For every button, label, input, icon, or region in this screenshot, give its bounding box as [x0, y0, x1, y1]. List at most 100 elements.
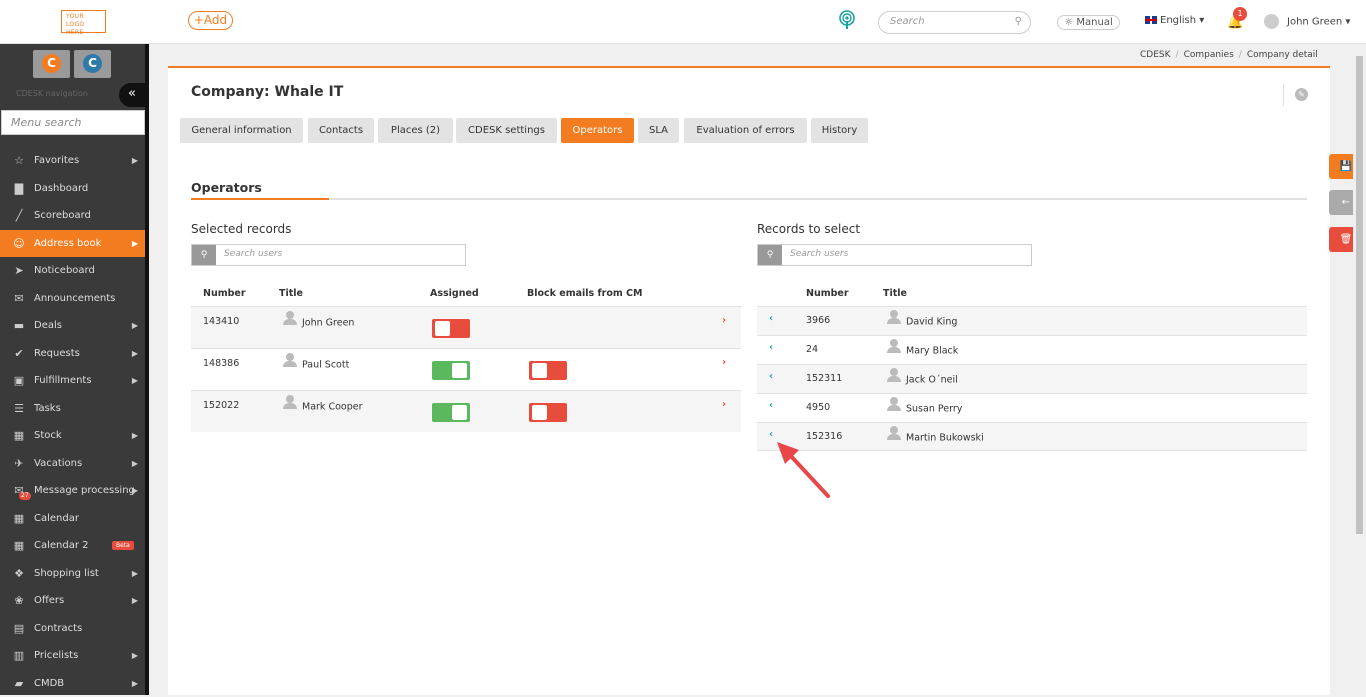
sidebar-item-cmdb[interactable]: ▰CMDB▶	[0, 670, 145, 697]
collapse-sidebar-button[interactable]: «	[119, 83, 145, 107]
chevron-left-icon[interactable]: ‹	[769, 313, 773, 324]
user-name: Mark Cooper	[302, 402, 362, 413]
divider	[1283, 84, 1284, 106]
sidebar-item-stock[interactable]: ▦Stock▶	[0, 422, 145, 450]
list-icon: ☰	[11, 395, 27, 422]
sidebar-item-label: Noticeboard	[34, 265, 95, 276]
chevron-left-icon[interactable]: ‹	[769, 400, 773, 411]
column-header[interactable]: Number	[806, 288, 849, 299]
breadcrumb: CDESK/Companies/Company detail	[1140, 50, 1318, 60]
row-number: 152022	[203, 400, 239, 411]
sidebar-item-fulfillments[interactable]: ▣Fulfillments▶	[0, 367, 145, 395]
tab-sla[interactable]: SLA	[638, 118, 679, 143]
global-search-input[interactable]: Search⚲	[878, 11, 1031, 34]
menu-search-input[interactable]: Menu search	[1, 110, 145, 135]
table-row[interactable]: ‹152316Martin Bukowski	[757, 422, 1307, 451]
top-bar: YOUR LOGO HERE +Add Search⚲ ☼ Manual Eng…	[0, 0, 1366, 44]
table-row[interactable]: ‹24Mary Black	[757, 335, 1307, 364]
table-row[interactable]: ‹152311Jack O´neil	[757, 364, 1307, 393]
tab-evaluation-of-errors[interactable]: Evaluation of errors	[684, 118, 807, 143]
table-row[interactable]: ‹4950Susan Perry	[757, 393, 1307, 422]
add-button[interactable]: +Add	[188, 11, 233, 30]
records-to-select-panel: Records to select ⚲Search users Number T…	[757, 222, 1307, 462]
sidebar-item-label: Tasks	[34, 403, 61, 414]
column-header[interactable]: Assigned	[430, 288, 479, 299]
caret-right-icon: ▶	[132, 230, 138, 257]
tab-history[interactable]: History	[811, 118, 868, 143]
sidebar-item-calendar[interactable]: ▦Calendar	[0, 505, 145, 533]
sidebar-item-favorites[interactable]: ☆Favorites▶	[0, 147, 145, 175]
column-header[interactable]: Number	[203, 288, 246, 299]
language-selector[interactable]: English ▾	[1145, 15, 1204, 26]
user-avatar-icon	[283, 395, 297, 409]
sidebar-item-offers[interactable]: ❀Offers▶	[0, 587, 145, 615]
sidebar-item-dashboard[interactable]: ▇Dashboard	[0, 175, 145, 203]
assigned-toggle[interactable]	[432, 361, 470, 380]
cdesk-app-button[interactable]: C	[33, 50, 70, 78]
table-row[interactable]: 148386 Paul Scott ›	[191, 348, 741, 390]
available-search-input[interactable]: ⚲Search users	[757, 244, 1032, 266]
row-user: Susan Perry	[887, 402, 962, 416]
sidebar-item-noticeboard[interactable]: ➤Noticeboard	[0, 257, 145, 285]
chevron-left-icon[interactable]: ‹	[769, 342, 773, 353]
sidebar-item-vacations[interactable]: ✈Vacations▶	[0, 450, 145, 478]
tab-general-information[interactable]: General information	[180, 118, 303, 143]
edit-icon[interactable]: ✎	[1295, 88, 1308, 101]
table-row[interactable]: ‹3966David King	[757, 306, 1307, 335]
sidebar-item-label: Favorites	[34, 155, 79, 166]
caret-right-icon: ▶	[132, 587, 138, 614]
folder-icon: ▰	[11, 670, 27, 697]
company-logo[interactable]: YOUR LOGO HERE	[61, 10, 106, 33]
sidebar-item-tasks[interactable]: ☰ Tasks	[0, 395, 145, 423]
table-row[interactable]: 152022 Mark Cooper ›	[191, 390, 741, 432]
podcast-icon[interactable]	[838, 10, 856, 30]
caret-right-icon: ▶	[132, 422, 138, 449]
column-header[interactable]: Block emails from CM	[527, 288, 642, 299]
tab-contacts[interactable]: Contacts	[308, 118, 374, 143]
tab-operators[interactable]: Operators	[561, 118, 634, 143]
selected-search-input[interactable]: ⚲Search users	[191, 244, 466, 266]
table-row[interactable]: 143410John Green›	[191, 306, 741, 348]
row-number: 148386	[203, 358, 239, 369]
caret-right-icon: ▶	[132, 147, 138, 174]
chevron-left-icon[interactable]: ‹	[769, 429, 773, 440]
sidebar-item-shopping-list[interactable]: ❖Shopping list▶	[0, 560, 145, 588]
tab-cdesk-settings[interactable]: CDESK settings	[456, 118, 557, 143]
column-header[interactable]: Title	[883, 288, 907, 299]
row-user: Paul Scott	[283, 358, 349, 372]
sidebar-scrollbar[interactable]	[145, 44, 149, 695]
chevron-left-icon[interactable]: ‹	[769, 371, 773, 382]
cdesk-alt-app-button[interactable]: C	[74, 50, 111, 78]
selected-records-panel: Selected records ⚲Search users Number Ti…	[191, 222, 741, 442]
available-table-header: Number Title	[757, 288, 1307, 302]
block-emails-toggle[interactable]	[529, 403, 567, 422]
sidebar-item-announcements[interactable]: ✉Announcements	[0, 285, 145, 313]
search-icon[interactable]: ⚲	[1015, 16, 1022, 27]
tab-places-2[interactable]: Places (2)	[378, 118, 453, 143]
sidebar-item-message-processing[interactable]: ✉Message processing27▶	[0, 477, 145, 505]
sidebar-item-address-book[interactable]: ☺Address book▶	[0, 230, 145, 258]
sidebar-item-pricelists[interactable]: ▥Pricelists▶	[0, 642, 145, 670]
user-menu[interactable]: John Green ▾	[1264, 14, 1350, 29]
sidebar-item-label: Scoreboard	[34, 210, 91, 221]
sidebar-item-scoreboard[interactable]: ╱Scoreboard	[0, 202, 145, 230]
caret-right-icon: ▶	[132, 477, 138, 504]
row-user: Mark Cooper	[283, 400, 362, 414]
search-icon: ⚲	[758, 245, 782, 265]
breadcrumb-item[interactable]: Companies	[1184, 50, 1234, 60]
chevron-right-icon[interactable]: ›	[722, 357, 726, 368]
page-scrollbar[interactable]	[1353, 44, 1366, 695]
assigned-toggle[interactable]	[432, 319, 470, 338]
breadcrumb-item[interactable]: CDESK	[1140, 50, 1171, 60]
column-header[interactable]: Title	[279, 288, 303, 299]
sidebar-item-contracts[interactable]: ▤Contracts	[0, 615, 145, 643]
sidebar-item-requests[interactable]: ✔Requests▶	[0, 340, 145, 368]
sidebar-item-calendar-2[interactable]: ▦Calendar 2Beta	[0, 532, 145, 560]
manual-button[interactable]: ☼ Manual	[1057, 15, 1120, 30]
chevron-right-icon[interactable]: ›	[722, 399, 726, 410]
block-emails-toggle[interactable]	[529, 361, 567, 380]
chevron-right-icon[interactable]: ›	[722, 315, 726, 326]
assigned-toggle[interactable]	[432, 403, 470, 422]
plane-icon: ✈	[11, 450, 27, 477]
sidebar-item-deals[interactable]: ▬Deals▶	[0, 312, 145, 340]
